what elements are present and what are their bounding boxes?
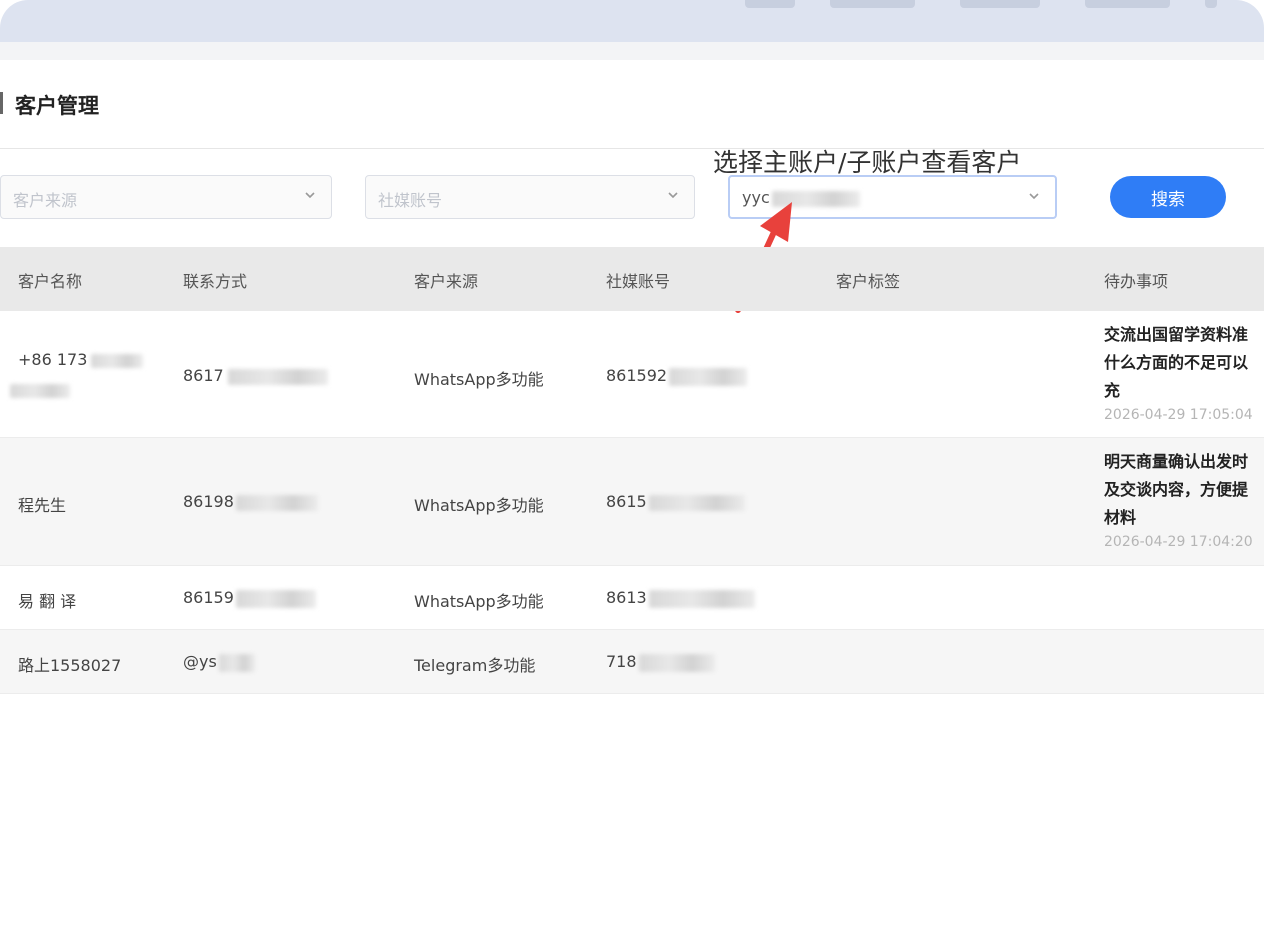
todo-cell: 交流出国留学资料准 什么方面的不足可以 充 2026-04-29 17:05:0… xyxy=(1104,321,1253,425)
contact-value: 8617 xyxy=(183,366,328,385)
tab-strip xyxy=(0,42,1264,60)
social-value: 718 xyxy=(606,652,715,672)
todo-text-line: 充 xyxy=(1104,381,1121,400)
contact-value: @ys xyxy=(183,652,255,672)
title-accent-bar xyxy=(0,92,3,114)
table-row[interactable]: 程先生 86198 WhatsApp多功能 8615 明天商量确认出发时 及交谈… xyxy=(0,438,1264,566)
source-value: WhatsApp多功能 xyxy=(414,370,544,389)
todo-text-line: 明天商量确认出发时 xyxy=(1104,452,1249,471)
redacted-text xyxy=(235,494,318,511)
page-title: 客户管理 xyxy=(15,94,99,118)
customer-source-placeholder: 客户来源 xyxy=(13,191,78,210)
column-header-tag[interactable]: 客户标签 xyxy=(836,268,900,292)
source-value: Telegram多功能 xyxy=(414,656,536,675)
redacted-text xyxy=(669,367,748,386)
todo-text-line: 交流出国留学资料准 xyxy=(1104,325,1249,344)
table-row[interactable]: 路上1558027 @ys Telegram多功能 718 xyxy=(0,630,1264,694)
social-account-select[interactable]: 社媒账号 xyxy=(365,175,695,219)
social-value: 861592 xyxy=(606,366,748,386)
todo-timestamp: 2026-04-29 17:04:20 xyxy=(1104,534,1253,550)
source-value: WhatsApp多功能 xyxy=(414,592,544,611)
nav-item[interactable] xyxy=(1205,0,1217,8)
nav-item[interactable] xyxy=(745,0,795,8)
redacted-text xyxy=(638,653,715,672)
column-header-todo[interactable]: 待办事项 xyxy=(1104,268,1168,292)
todo-text-line: 及交谈内容，方便提 xyxy=(1104,480,1249,499)
redacted-text xyxy=(227,368,328,385)
top-navigation-bar xyxy=(0,0,1264,42)
column-header-source[interactable]: 客户来源 xyxy=(414,268,478,292)
nav-item[interactable] xyxy=(830,0,915,8)
table-row[interactable]: 易 翻 译 86159 WhatsApp多功能 8613 xyxy=(0,566,1264,630)
redacted-text xyxy=(648,589,755,608)
customer-name: 路上1558027 xyxy=(18,656,122,675)
column-header-contact[interactable]: 联系方式 xyxy=(183,268,247,292)
redacted-text xyxy=(648,494,745,511)
social-account-placeholder: 社媒账号 xyxy=(378,191,443,210)
redacted-text xyxy=(91,353,144,368)
source-value: WhatsApp多功能 xyxy=(414,496,544,515)
customer-name: +86 173 xyxy=(10,345,144,405)
redacted-text xyxy=(10,383,70,398)
redacted-text xyxy=(235,589,316,608)
app-window: 客户管理 客户来源 社媒账号 yyc 搜索 选择主账户/子账户查看客户 客户名称… xyxy=(0,0,1264,948)
todo-cell: 明天商量确认出发时 及交谈内容，方便提 材料 2026-04-29 17:04:… xyxy=(1104,448,1253,552)
contact-value: 86159 xyxy=(183,588,316,608)
customer-name: 程先生 xyxy=(18,496,67,515)
column-header-social[interactable]: 社媒账号 xyxy=(606,268,670,292)
table-header: 客户名称 联系方式 客户来源 社媒账号 客户标签 待办事项 xyxy=(0,247,1264,311)
social-value: 8615 xyxy=(606,492,745,511)
page-header: 客户管理 xyxy=(0,60,1264,149)
todo-text-line: 什么方面的不足可以 xyxy=(1104,353,1249,372)
table-row[interactable]: +86 173 8617 WhatsApp多功能 861592 交流出国留学资料… xyxy=(0,311,1264,438)
column-header-name[interactable]: 客户名称 xyxy=(18,268,82,292)
nav-item[interactable] xyxy=(1085,0,1170,8)
search-button[interactable]: 搜索 xyxy=(1110,176,1226,218)
todo-text-line: 材料 xyxy=(1104,508,1137,527)
customer-source-select[interactable]: 客户来源 xyxy=(0,175,332,219)
nav-item[interactable] xyxy=(960,0,1040,8)
todo-timestamp: 2026-04-29 17:05:04 xyxy=(1104,407,1253,423)
customer-name: 易 翻 译 xyxy=(18,592,77,611)
chevron-down-icon xyxy=(305,192,315,199)
social-value: 8613 xyxy=(606,588,755,608)
contact-value: 86198 xyxy=(183,492,318,511)
chevron-down-icon xyxy=(1029,193,1039,200)
annotation-label: 选择主账户/子账户查看客户 xyxy=(713,148,1022,177)
chevron-down-icon xyxy=(668,192,678,199)
redacted-text xyxy=(218,653,255,672)
